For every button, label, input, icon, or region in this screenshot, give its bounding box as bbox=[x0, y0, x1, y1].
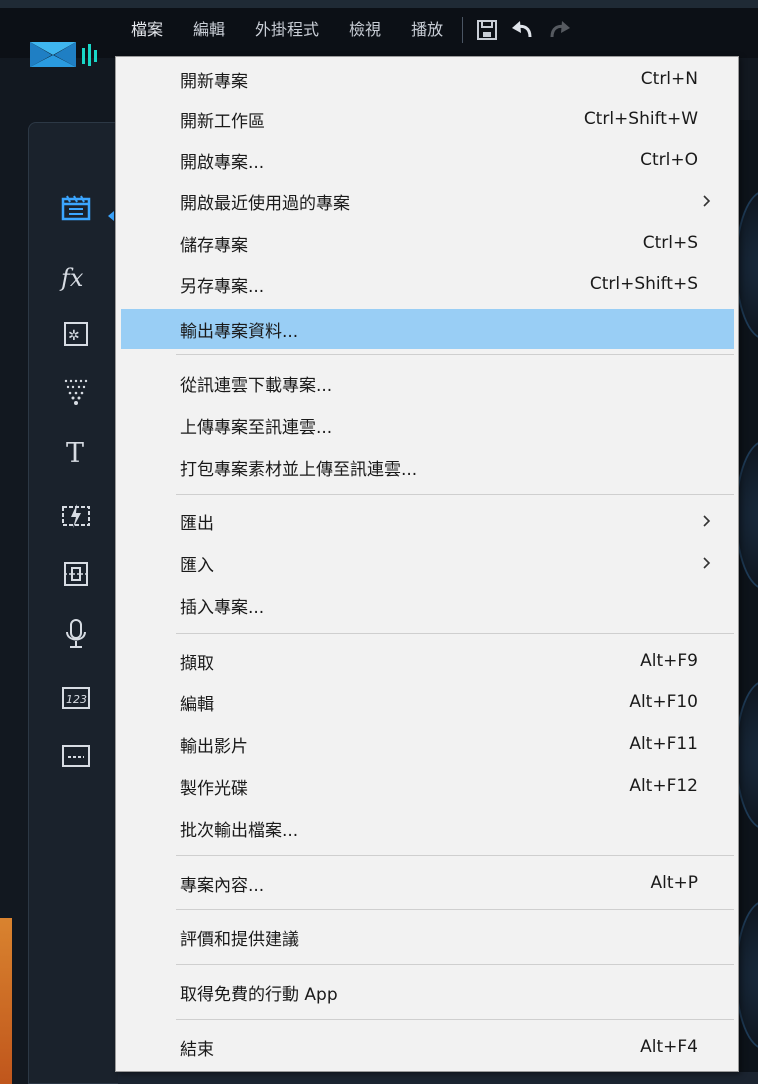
menu-item-label: 專案內容... bbox=[180, 875, 265, 896]
menu-item-rate-and-feedback[interactable]: 評價和提供建議 bbox=[121, 919, 734, 955]
menu-file[interactable]: 檔案 bbox=[118, 12, 180, 48]
menu-item-shortcut: Ctrl+S bbox=[642, 233, 698, 253]
svg-text:123: 123 bbox=[66, 693, 87, 706]
menu-item-upload-to-cloud[interactable]: 上傳專案至訊連雲... bbox=[121, 407, 734, 443]
menu-item-get-mobile-app[interactable]: 取得免費的行動 App bbox=[121, 974, 734, 1010]
audio-mix-icon[interactable] bbox=[46, 554, 106, 594]
menu-item-label: 打包專案素材並上傳至訊連雲... bbox=[180, 459, 418, 480]
menu-item-project-properties[interactable]: 專案內容... Alt+P bbox=[121, 865, 734, 901]
menu-item-label: 擷取 bbox=[180, 653, 214, 674]
menu-item-shortcut: Ctrl+Shift+S bbox=[589, 274, 698, 294]
menu-item-shortcut: Alt+P bbox=[650, 873, 698, 893]
menu-item-label: 結束 bbox=[180, 1039, 214, 1060]
menu-separator bbox=[176, 964, 734, 965]
menu-item-shortcut: Alt+F12 bbox=[629, 776, 698, 796]
menu-separator bbox=[176, 494, 734, 495]
menu-item-shortcut: Ctrl+N bbox=[640, 69, 698, 89]
menu-item-label: 評價和提供建議 bbox=[180, 929, 299, 950]
menu-item-label: 開新工作區 bbox=[180, 111, 265, 132]
chevron-right-icon bbox=[700, 554, 714, 572]
menu-item-label: 批次輸出檔案... bbox=[180, 820, 299, 841]
svg-text:T: T bbox=[66, 438, 84, 467]
menu-item-label: 輸出專案資料... bbox=[180, 321, 299, 342]
menu-item-save-as[interactable]: 另存專案... Ctrl+Shift+S bbox=[121, 266, 734, 302]
subtitle-icon[interactable] bbox=[46, 736, 106, 776]
menu-item-label: 開新專案 bbox=[180, 71, 248, 92]
app-logo bbox=[30, 42, 97, 67]
menu-item-batch-produce[interactable]: 批次輸出檔案... bbox=[121, 810, 734, 846]
menu-separator bbox=[176, 855, 734, 856]
svg-text:fx: fx bbox=[59, 264, 84, 292]
menu-item-download-from-cloud[interactable]: 從訊連雲下載專案... bbox=[121, 365, 734, 401]
menu-separator bbox=[176, 633, 734, 634]
menu-item-label: 從訊連雲下載專案... bbox=[180, 375, 333, 396]
chevron-right-icon bbox=[700, 512, 714, 530]
menu-item-shortcut: Ctrl+Shift+W bbox=[583, 109, 698, 129]
menu-item-shortcut: Alt+F9 bbox=[640, 651, 698, 671]
voice-over-icon[interactable] bbox=[46, 614, 106, 654]
window-top-strip bbox=[0, 0, 758, 8]
pip-objects-icon[interactable]: ✲ bbox=[46, 314, 106, 354]
menu-item-label: 開啟專案... bbox=[180, 152, 265, 173]
chevron-right-icon bbox=[700, 192, 714, 210]
menu-item-label: 插入專案... bbox=[180, 597, 265, 618]
menu-separator bbox=[176, 909, 734, 910]
menu-item-label: 製作光碟 bbox=[180, 778, 248, 799]
redo-icon[interactable] bbox=[545, 16, 573, 44]
menu-item-capture[interactable]: 擷取 Alt+F9 bbox=[121, 643, 734, 679]
menu-item-import[interactable]: 匯入 bbox=[121, 545, 734, 581]
menu-item-label: 編輯 bbox=[180, 694, 214, 715]
menu-item-label: 取得免費的行動 App bbox=[180, 984, 338, 1005]
fx-icon[interactable]: fx bbox=[46, 258, 106, 298]
title-icon[interactable]: T bbox=[46, 432, 106, 472]
svg-text:✲: ✲ bbox=[68, 328, 80, 344]
menu-item-label: 輸出影片 bbox=[180, 736, 248, 757]
menu-item-create-disc[interactable]: 製作光碟 Alt+F12 bbox=[121, 768, 734, 804]
menu-item-new-project[interactable]: 開新專案 Ctrl+N bbox=[121, 61, 734, 97]
menu-item-edit[interactable]: 編輯 Alt+F10 bbox=[121, 684, 734, 720]
menu-item-pack-and-upload[interactable]: 打包專案素材並上傳至訊連雲... bbox=[121, 449, 734, 485]
bottom-strip bbox=[118, 1072, 758, 1084]
active-room-indicator bbox=[108, 211, 114, 221]
menu-plugins[interactable]: 外掛程式 bbox=[242, 12, 336, 48]
menu-item-export-project-data[interactable]: 輸出專案資料... bbox=[121, 309, 734, 349]
menu-item-shortcut: Alt+F10 bbox=[629, 692, 698, 712]
transition-icon[interactable] bbox=[46, 496, 106, 536]
menu-item-label: 匯入 bbox=[180, 555, 214, 576]
side-accent bbox=[0, 918, 12, 1084]
menu-item-shortcut: Alt+F4 bbox=[640, 1037, 698, 1057]
menu-view[interactable]: 檢視 bbox=[336, 12, 398, 48]
menu-item-shortcut: Alt+F11 bbox=[629, 734, 698, 754]
menu-item-shortcut: Ctrl+O bbox=[640, 150, 698, 170]
menu-item-insert-project[interactable]: 插入專案... bbox=[121, 587, 734, 623]
menu-item-save-project[interactable]: 儲存專案 Ctrl+S bbox=[121, 225, 734, 261]
undo-icon[interactable] bbox=[509, 16, 537, 44]
menu-item-label: 儲存專案 bbox=[180, 235, 248, 256]
menu-item-export[interactable]: 匯出 bbox=[121, 503, 734, 539]
menu-item-label: 上傳專案至訊連雲... bbox=[180, 417, 333, 438]
menu-item-produce-video[interactable]: 輸出影片 Alt+F11 bbox=[121, 726, 734, 762]
menu-item-open-project[interactable]: 開啟專案... Ctrl+O bbox=[121, 142, 734, 178]
menu-item-new-workspace[interactable]: 開新工作區 Ctrl+Shift+W bbox=[121, 101, 734, 137]
menu-separator bbox=[176, 354, 734, 355]
menu-item-label: 另存專案... bbox=[180, 276, 265, 297]
menu-item-exit[interactable]: 結束 Alt+F4 bbox=[121, 1029, 734, 1065]
menu-playback[interactable]: 播放 bbox=[398, 12, 460, 48]
menu-bar: 檔案 編輯 外掛程式 檢視 播放 bbox=[118, 12, 581, 48]
menubar-divider bbox=[462, 17, 464, 43]
menu-item-label: 匯出 bbox=[180, 513, 214, 534]
media-room-icon[interactable] bbox=[46, 188, 106, 228]
menu-separator bbox=[176, 1019, 734, 1020]
file-menu-dropdown: 開新專案 Ctrl+N 開新工作區 Ctrl+Shift+W 開啟專案... C… bbox=[115, 56, 739, 1072]
menu-edit[interactable]: 編輯 bbox=[180, 12, 242, 48]
chapter-icon[interactable]: 123 bbox=[46, 678, 106, 718]
menu-item-open-recent[interactable]: 開啟最近使用過的專案 bbox=[121, 183, 734, 219]
menu-item-label: 開啟最近使用過的專案 bbox=[180, 193, 350, 214]
save-icon[interactable] bbox=[473, 16, 501, 44]
particle-icon[interactable] bbox=[46, 372, 106, 412]
